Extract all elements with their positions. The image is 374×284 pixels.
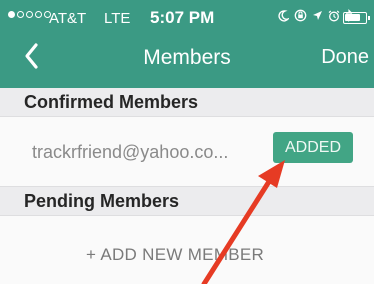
- member-email: trackrfriend@yahoo.co...: [32, 142, 229, 162]
- status-icons: [278, 9, 353, 22]
- carrier-name: AT&T: [49, 10, 87, 27]
- location-arrow-icon: [313, 11, 322, 20]
- battery-icon: [343, 12, 370, 24]
- moon-icon: [278, 9, 289, 22]
- confirmed-members-header: Confirmed Members: [0, 88, 374, 116]
- pending-members-header: Pending Members: [0, 187, 374, 215]
- status-time: 5:07 PM: [150, 8, 215, 27]
- done-button[interactable]: Done: [321, 46, 369, 69]
- lock-rotation-icon: [294, 9, 307, 22]
- alarm-icon: [328, 10, 340, 21]
- app-header: AT&T LTE 5:07 PM Members Done: [0, 0, 374, 88]
- page-title: Members: [143, 46, 231, 69]
- status-bar: AT&T LTE 5:07 PM: [0, 0, 374, 34]
- signal-strength-icon: [8, 11, 51, 18]
- add-new-member-button[interactable]: + ADD NEW MEMBER: [86, 245, 264, 265]
- added-status-badge: ADDED: [273, 132, 353, 163]
- network-type: LTE: [104, 10, 131, 27]
